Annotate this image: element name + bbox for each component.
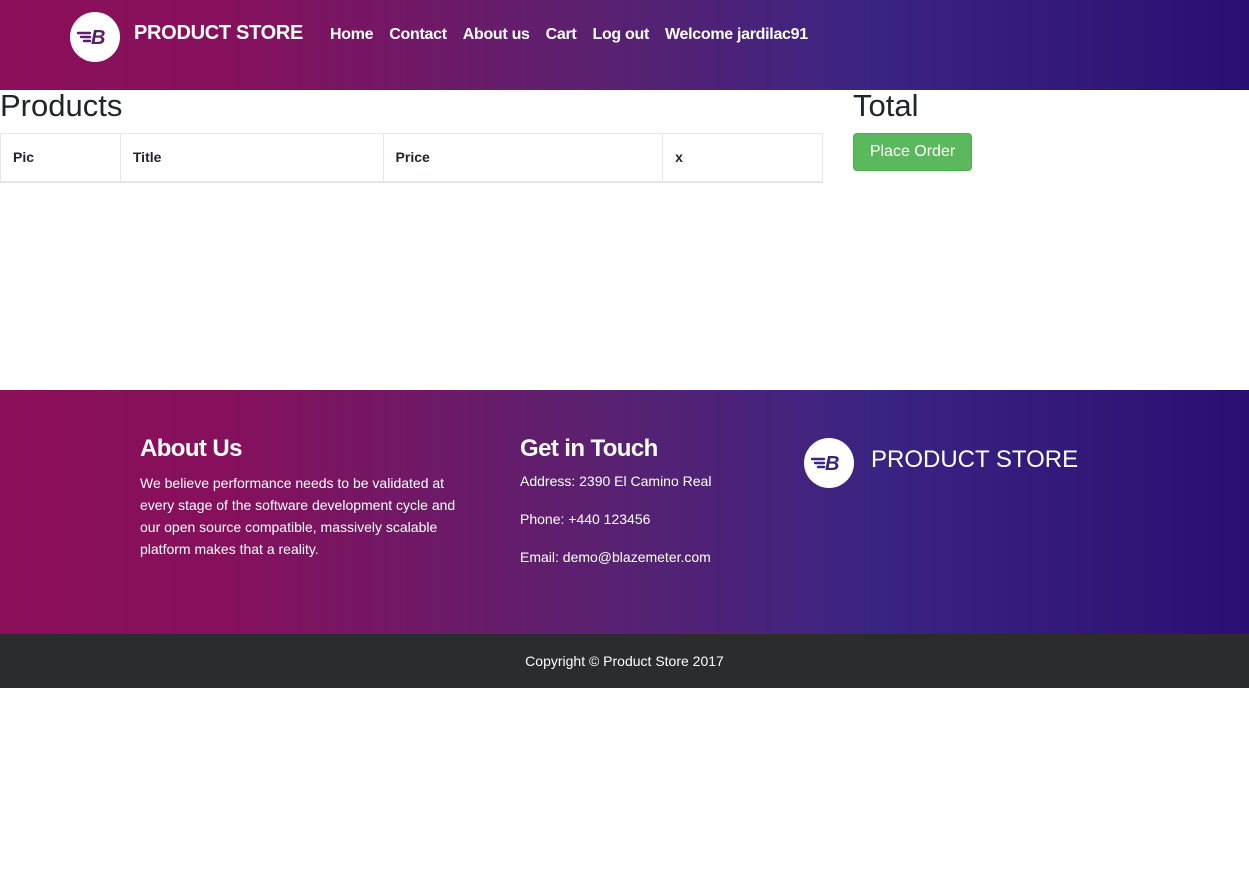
copyright-bar: Copyright © Product Store 2017 bbox=[0, 634, 1249, 688]
nav-contact[interactable]: Contact bbox=[389, 26, 447, 44]
nav-about-us[interactable]: About us bbox=[463, 26, 530, 44]
about-us-text: We believe performance needs to be valid… bbox=[140, 475, 456, 557]
nav-cart[interactable]: Cart bbox=[546, 26, 577, 44]
main-nav: Home Contact About us Cart Log out Welco… bbox=[330, 26, 824, 44]
about-us-heading: About Us bbox=[140, 435, 242, 462]
address-text: Address: 2390 El Camino Real bbox=[520, 473, 712, 489]
phone-text: Phone: +440 123456 bbox=[520, 511, 651, 527]
svg-text:B: B bbox=[91, 27, 105, 49]
total-heading: Total bbox=[853, 88, 919, 123]
column-header-price: Price bbox=[382, 133, 664, 183]
table-header-row: Pic Title Price x bbox=[0, 133, 823, 183]
top-navbar: B PRODUCT STORE Home Contact About us Ca… bbox=[0, 0, 1249, 90]
nav-log-out[interactable]: Log out bbox=[592, 26, 649, 44]
products-heading: Products bbox=[0, 88, 123, 123]
column-header-pic: Pic bbox=[0, 133, 121, 183]
nav-welcome-user[interactable]: Welcome jardilac91 bbox=[665, 26, 808, 44]
get-in-touch-heading: Get in Touch bbox=[520, 435, 658, 462]
column-header-delete: x bbox=[662, 133, 823, 183]
footer-logo-icon: B bbox=[804, 438, 854, 488]
brand-title[interactable]: PRODUCT STORE bbox=[134, 22, 303, 45]
place-order-button[interactable]: Place Order bbox=[853, 133, 972, 171]
nav-home[interactable]: Home bbox=[330, 26, 374, 44]
copyright-text: Copyright © Product Store 2017 bbox=[525, 653, 724, 669]
svg-text:B: B bbox=[825, 453, 839, 475]
footer-brand-title: PRODUCT STORE bbox=[871, 446, 1079, 473]
email-text: Email: demo@blazemeter.com bbox=[520, 549, 711, 565]
cart-table: Pic Title Price x bbox=[0, 133, 823, 183]
footer: About Us We believe performance needs to… bbox=[0, 390, 1249, 634]
column-header-title: Title bbox=[119, 133, 384, 183]
brand-logo-icon[interactable]: B bbox=[70, 12, 120, 62]
